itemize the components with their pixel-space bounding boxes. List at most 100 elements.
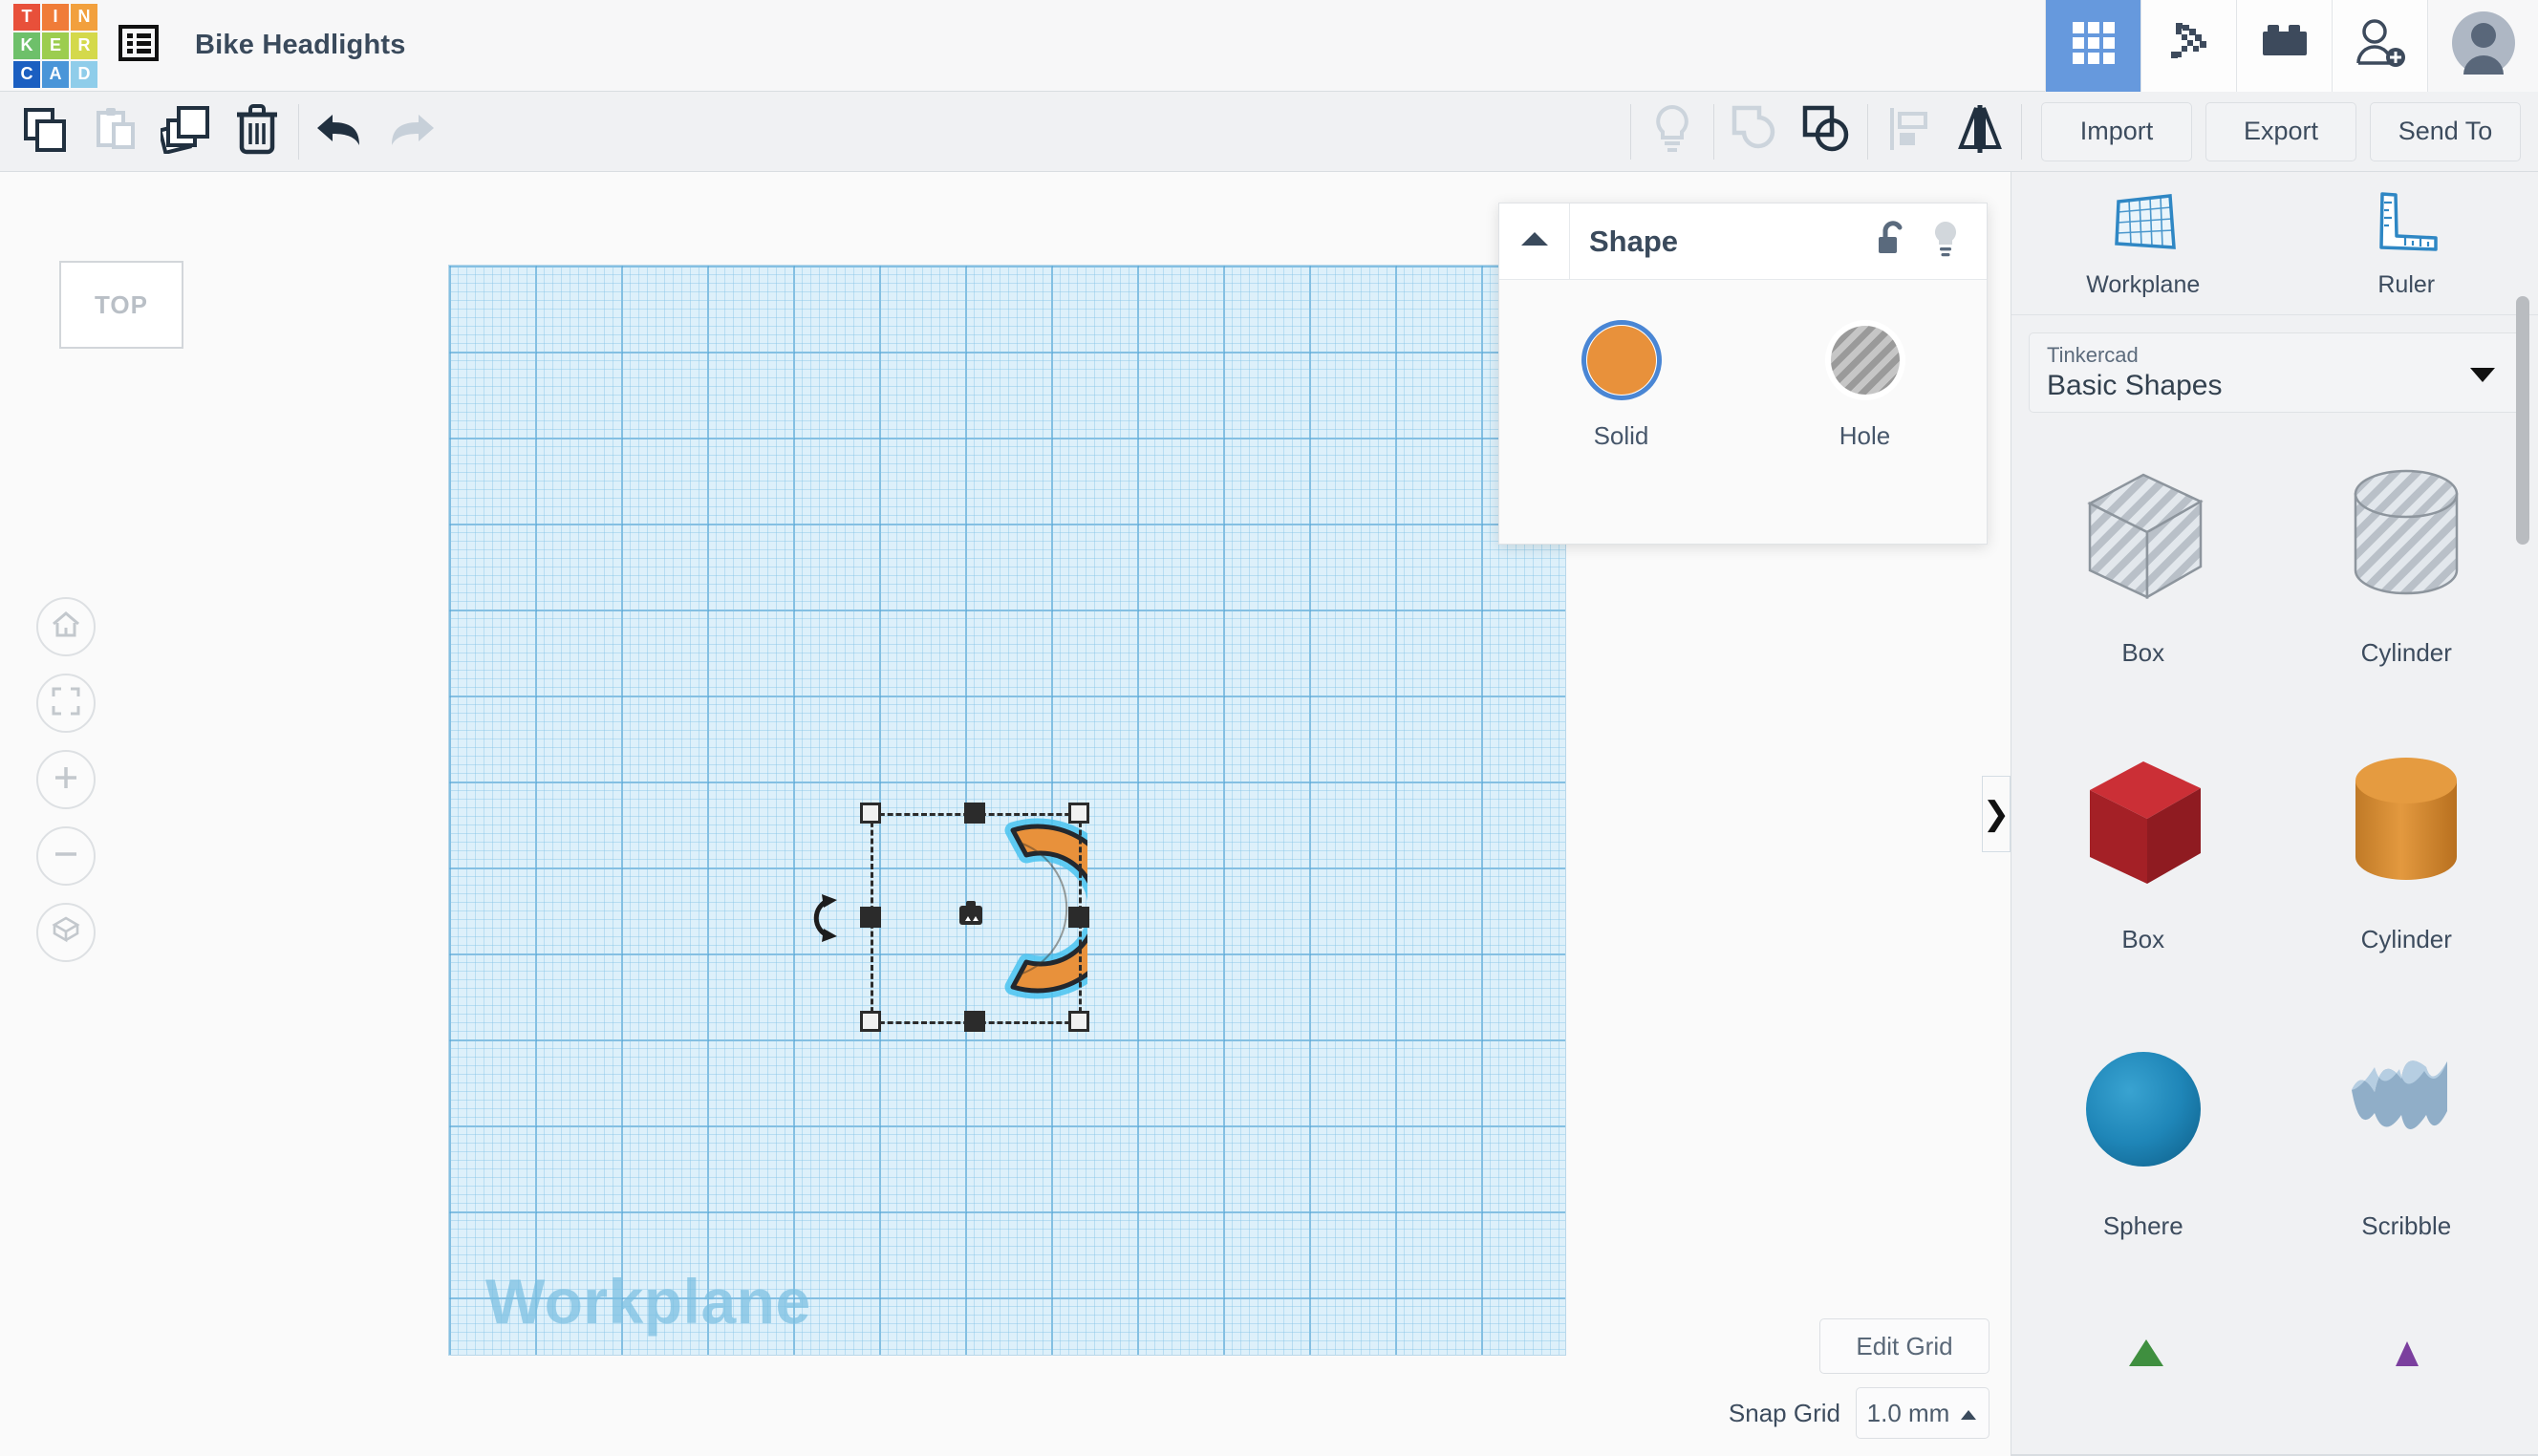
notes-button[interactable] <box>1637 97 1708 166</box>
align-icon <box>1887 104 1931 159</box>
selected-object[interactable] <box>813 803 1129 1032</box>
ruler-tool-icon <box>2371 188 2441 262</box>
minecraft-pickaxe-icon <box>2163 17 2215 74</box>
ungroup-button[interactable] <box>1791 97 1861 166</box>
sidebar-tool-workplane[interactable]: Workplane <box>2011 172 2275 314</box>
shape-item-sphere[interactable]: Sphere <box>2011 1003 2275 1290</box>
list-icon <box>118 25 159 66</box>
shape-option-hole-label: Hole <box>1839 421 1891 450</box>
shape-item-scribble[interactable]: Scribble <box>2275 1003 2538 1290</box>
logo-tile-n: N <box>71 3 97 31</box>
undo-button[interactable] <box>305 97 376 166</box>
toolbar-divider <box>1867 103 1868 160</box>
shape-item-box-hole[interactable]: Box <box>2011 430 2275 717</box>
send-to-button[interactable]: Send To <box>2370 101 2521 161</box>
height-handle-icon[interactable] <box>954 898 988 935</box>
header-button-invite[interactable] <box>2332 0 2427 92</box>
collapse-panel-handle[interactable]: ❯ <box>1982 776 2011 852</box>
import-button[interactable]: Import <box>2041 101 2192 161</box>
app-header: T I N K E R C A D Bike Headlights <box>0 0 2538 92</box>
logo-tile-r: R <box>71 32 97 59</box>
duplicate-button[interactable] <box>151 97 222 166</box>
shape-popup-header-icons <box>1876 219 1987 264</box>
paste-button[interactable] <box>80 97 151 166</box>
avatar <box>2451 11 2515 79</box>
shape-item-cylinder-solid[interactable]: Cylinder <box>2275 717 2538 1003</box>
logo-tile-d: D <box>71 60 97 88</box>
resize-handle-bottom-center[interactable] <box>964 1011 985 1032</box>
shape-item-sphere-label: Sphere <box>2102 1211 2183 1240</box>
export-button[interactable]: Export <box>2205 101 2356 161</box>
page-title[interactable]: Bike Headlights <box>195 30 406 61</box>
workplane-label: Workplane <box>485 1266 811 1337</box>
view-cube[interactable]: TOP <box>59 261 183 349</box>
toolbar-right-group: Import Export Send To <box>1624 97 2538 166</box>
shape-item-cylinder-hole[interactable]: Cylinder <box>2275 430 2538 717</box>
edit-grid-button[interactable]: Edit Grid <box>1819 1318 1990 1374</box>
home-view-icon <box>51 610 81 644</box>
shape-item-box-hole-label: Box <box>2121 638 2165 667</box>
resize-handle-top-center[interactable] <box>964 803 985 824</box>
delete-button[interactable] <box>222 97 292 166</box>
group-button[interactable] <box>1720 97 1791 166</box>
copy-button[interactable] <box>10 97 80 166</box>
zoom-out-button[interactable] <box>36 826 96 886</box>
snap-grid-label: Snap Grid <box>1728 1398 1840 1427</box>
grid-controls: Edit Grid Snap Grid 1.0 mm <box>1729 1318 1990 1439</box>
shape-popup-body: Solid Hole <box>1499 280 1987 451</box>
view-cube-label: TOP <box>95 289 148 319</box>
sidebar-scrollbar[interactable] <box>2516 296 2529 545</box>
shape-library-select[interactable]: Tinkercad Basic Shapes <box>2029 332 2521 413</box>
zoom-in-button[interactable] <box>36 750 96 809</box>
home-view-button[interactable] <box>36 597 96 656</box>
chevron-up-icon <box>1959 1399 1978 1428</box>
logo-tile-e: E <box>42 32 69 59</box>
shape-library-source: Tinkercad <box>2047 343 2139 367</box>
ungroup-icon <box>1801 104 1851 159</box>
shape-item-pyramid-partial[interactable] <box>2275 1290 2538 1366</box>
shape-item-roof-partial[interactable] <box>2011 1290 2275 1366</box>
resize-handle-bottom-right[interactable] <box>1068 1011 1089 1032</box>
roof-shape <box>2053 1290 2234 1366</box>
resize-handle-bottom-left[interactable] <box>860 1011 881 1032</box>
snap-grid-select[interactable]: 1.0 mm <box>1856 1387 1990 1439</box>
tinkercad-logo[interactable]: T I N K E R C A D <box>13 3 97 88</box>
cylinder-hole-shape <box>2315 453 2497 625</box>
shape-popup-collapse-button[interactable] <box>1499 203 1570 280</box>
hole-swatch <box>1830 326 1900 395</box>
document-list-button[interactable] <box>97 25 180 66</box>
resize-handle-top-right[interactable] <box>1068 803 1089 824</box>
resize-handle-top-left[interactable] <box>860 803 881 824</box>
resize-handle-middle-right[interactable] <box>1068 907 1089 928</box>
redo-button[interactable] <box>376 97 446 166</box>
shape-library-grid: Box Cylinder Box Cylinder Sphere Scribbl… <box>2011 430 2538 1366</box>
cylinder-solid-shape <box>2315 739 2497 911</box>
logo-tile-c: C <box>13 60 40 88</box>
zoom-out-icon <box>52 840 80 873</box>
sidebar-tool-ruler[interactable]: Ruler <box>2275 172 2538 314</box>
header-button-bricks[interactable] <box>2236 0 2332 92</box>
lego-brick-icon <box>2259 21 2311 70</box>
shape-item-cylinder-hole-label: Cylinder <box>2360 638 2452 667</box>
mirror-button[interactable] <box>1945 97 2015 166</box>
fit-all-button[interactable] <box>36 674 96 733</box>
shape-option-hole[interactable]: Hole <box>1743 320 1987 451</box>
logo-tile-a: A <box>42 60 69 88</box>
header-button-3d-design[interactable] <box>2045 0 2140 92</box>
unlock-icon[interactable] <box>1876 220 1908 263</box>
align-button[interactable] <box>1874 97 1945 166</box>
snap-grid-value: 1.0 mm <box>1866 1398 1950 1427</box>
header-button-minecraft[interactable] <box>2140 0 2236 92</box>
resize-handle-middle-left[interactable] <box>860 907 881 928</box>
toolbar-divider <box>298 103 299 160</box>
lightbulb-icon[interactable] <box>1929 219 1962 264</box>
shape-item-box-solid[interactable]: Box <box>2011 717 2275 1003</box>
tinkercad-app: T I N K E R C A D Bike Headlights Import… <box>0 0 2538 1456</box>
shape-option-solid-label: Solid <box>1593 421 1649 450</box>
shape-option-solid[interactable]: Solid <box>1499 320 1743 451</box>
orthographic-toggle-button[interactable] <box>36 903 96 962</box>
shape-item-cylinder-solid-label: Cylinder <box>2360 925 2452 953</box>
header-button-account[interactable] <box>2427 0 2538 92</box>
rotate-handle-icon[interactable] <box>803 889 845 953</box>
toolbar-divider <box>2021 103 2022 160</box>
